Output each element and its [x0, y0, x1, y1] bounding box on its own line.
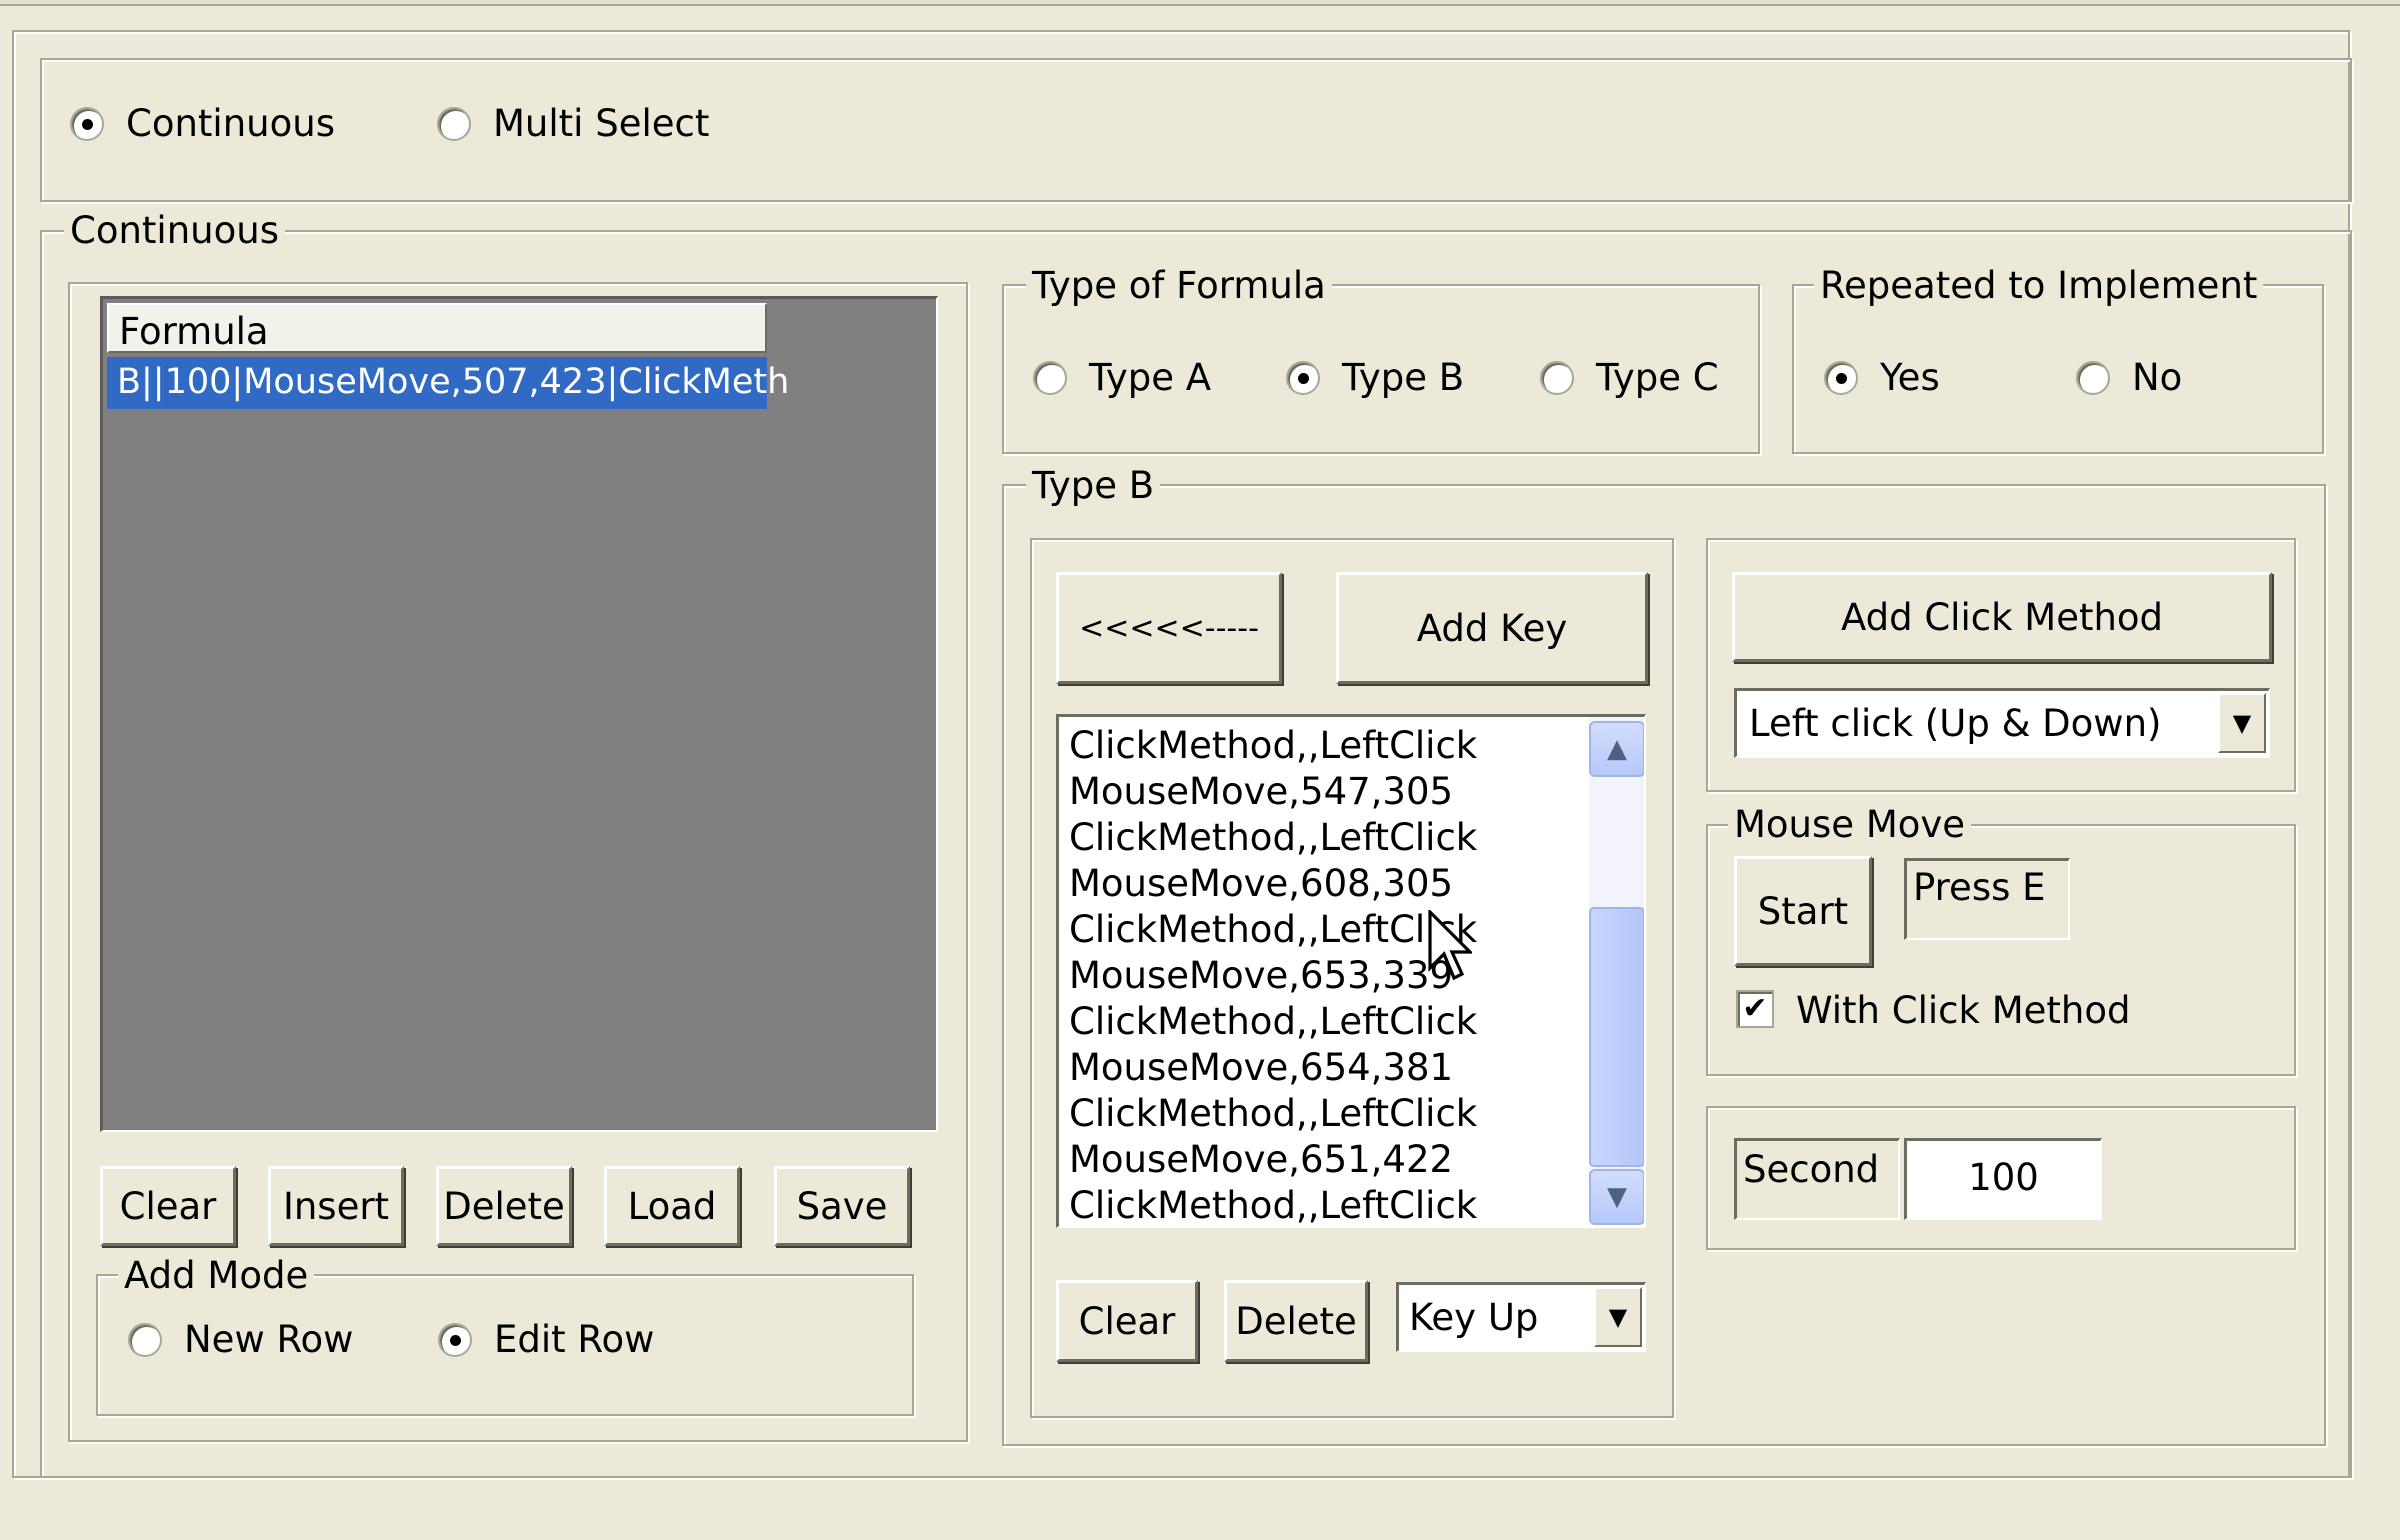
radio-dot: [438, 1322, 472, 1357]
mouse-move-label: Mouse Move: [1728, 806, 1972, 843]
formula-save-button[interactable]: Save: [774, 1166, 910, 1246]
radio-dot: [1824, 360, 1858, 395]
step-item[interactable]: ClickMethod,,LeftClick: [1059, 999, 1579, 1045]
formula-row-text: B||100|MouseMove,507,423|ClickMeth: [117, 362, 790, 402]
type-of-formula-label: Type of Formula: [1026, 267, 1332, 304]
edit-row-radio[interactable]: Edit Row: [438, 1318, 654, 1361]
type-b-label: Type B: [1026, 467, 1161, 504]
steps-clear-button[interactable]: Clear: [1056, 1280, 1198, 1362]
formula-row-selected[interactable]: B||100|MouseMove,507,423|ClickMeth: [107, 357, 789, 409]
chevron-down-icon[interactable]: ▼: [2218, 693, 2266, 753]
press-e-hint: Press E: [1904, 858, 2070, 940]
press-e-hint-text: Press E: [1913, 866, 2046, 909]
formula-load-button[interactable]: Load: [604, 1166, 740, 1246]
with-click-method-checkbox[interactable]: ✔: [1736, 990, 1774, 1028]
top-strip: [0, 0, 2400, 6]
click-method-select[interactable]: Left click (Up & Down) ▼: [1734, 688, 2270, 758]
second-label-box: Second: [1734, 1138, 1900, 1220]
step-item[interactable]: MouseMove,654,381: [1059, 1045, 1579, 1091]
repeat-yes-radio-label: Yes: [1880, 356, 1940, 399]
step-item[interactable]: ClickMethod,,LeftClick: [1059, 1091, 1579, 1137]
back-button[interactable]: <<<<<-----: [1056, 572, 1282, 684]
type-a-radio-label: Type A: [1089, 356, 1212, 399]
repeated-label: Repeated to Implement: [1814, 267, 2264, 304]
mouse-cursor-icon: [1428, 910, 1472, 981]
formula-delete-button[interactable]: Delete: [436, 1166, 572, 1246]
chevron-down-icon[interactable]: ▼: [1594, 1287, 1642, 1347]
type-c-radio-label: Type C: [1596, 356, 1719, 399]
key-select[interactable]: Key Up ▼: [1396, 1282, 1646, 1352]
repeat-no-radio[interactable]: No: [2076, 356, 2182, 399]
type-b-radio-label: Type B: [1342, 356, 1465, 399]
step-item[interactable]: ClickMethod,,LeftClick: [1059, 723, 1579, 769]
steps-scrollbar[interactable]: ▲ ▼: [1589, 717, 1644, 1225]
mode-box: [40, 58, 2352, 202]
steps-container: ClickMethod,,LeftClick MouseMove,547,305 C…: [1059, 723, 1579, 1226]
formula-insert-button[interactable]: Insert: [268, 1166, 404, 1246]
continuous-group-label: Continuous: [64, 212, 285, 249]
step-item[interactable]: MouseMove,653,339: [1059, 953, 1579, 999]
with-click-method-label: With Click Method: [1796, 989, 2131, 1032]
scroll-thumb[interactable]: [1589, 907, 1644, 1167]
continuous-radio[interactable]: Continuous: [70, 102, 335, 145]
type-b-radio[interactable]: Type B: [1286, 356, 1464, 399]
radio-dot: [2076, 360, 2110, 395]
continuous-radio-label: Continuous: [126, 102, 335, 145]
add-key-button[interactable]: Add Key: [1336, 572, 1648, 684]
add-mode-label: Add Mode: [118, 1257, 315, 1294]
add-click-method-button[interactable]: Add Click Method: [1732, 572, 2272, 662]
click-method-select-value: Left click (Up & Down): [1749, 702, 2162, 745]
radio-dot: [128, 1322, 162, 1357]
steps-list[interactable]: ClickMethod,,LeftClick MouseMove,547,305 C…: [1056, 714, 1646, 1228]
mouse-move-start-button[interactable]: Start: [1734, 856, 1872, 966]
repeat-no-radio-label: No: [2132, 356, 2183, 399]
step-item[interactable]: ClickMethod,,LeftClick: [1059, 815, 1579, 861]
formula-clear-button[interactable]: Clear: [100, 1166, 236, 1246]
new-row-radio[interactable]: New Row: [128, 1318, 353, 1361]
radio-dot: [437, 106, 471, 141]
multi-select-radio-label: Multi Select: [493, 102, 710, 145]
type-c-radio[interactable]: Type C: [1540, 356, 1719, 399]
formula-list-header[interactable]: Formula: [107, 303, 767, 353]
multi-select-radio[interactable]: Multi Select: [437, 102, 709, 145]
radio-dot: [1540, 360, 1574, 395]
steps-delete-button[interactable]: Delete: [1224, 1280, 1368, 1362]
second-input-value: 100: [1968, 1156, 2039, 1199]
edit-row-radio-label: Edit Row: [494, 1318, 655, 1361]
repeat-yes-radio[interactable]: Yes: [1824, 356, 1940, 399]
radio-dot: [1033, 360, 1067, 395]
second-label: Second: [1743, 1148, 1880, 1191]
radio-dot: [70, 106, 104, 141]
new-row-radio-label: New Row: [184, 1318, 354, 1361]
formula-header-label: Formula: [119, 310, 269, 353]
second-input[interactable]: 100: [1904, 1138, 2102, 1220]
step-item[interactable]: ClickMethod,,LeftClick: [1059, 1183, 1579, 1226]
step-item[interactable]: ClickMethod,,LeftClick: [1059, 907, 1579, 953]
step-item[interactable]: MouseMove,608,305: [1059, 861, 1579, 907]
step-item[interactable]: MouseMove,547,305: [1059, 769, 1579, 815]
scroll-up-icon[interactable]: ▲: [1589, 721, 1644, 777]
key-select-value: Key Up: [1409, 1296, 1539, 1339]
formula-list[interactable]: Formula B||100|MouseMove,507,423|ClickMe…: [100, 296, 938, 1132]
type-a-radio[interactable]: Type A: [1033, 356, 1211, 399]
step-item[interactable]: MouseMove,651,422: [1059, 1137, 1579, 1183]
scroll-down-icon[interactable]: ▼: [1589, 1169, 1644, 1225]
radio-dot: [1286, 360, 1320, 395]
